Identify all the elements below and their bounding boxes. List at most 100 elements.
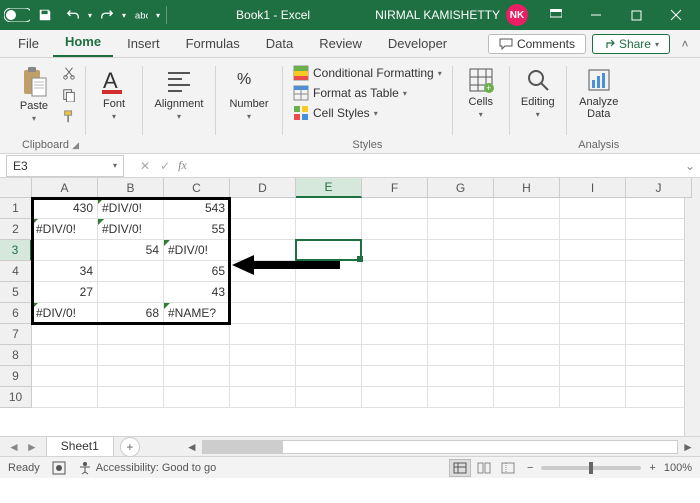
col-header-E[interactable]: E bbox=[296, 178, 362, 198]
col-header-A[interactable]: A bbox=[32, 178, 98, 198]
cell-C7[interactable] bbox=[164, 324, 230, 345]
cell-D5[interactable] bbox=[230, 282, 296, 303]
cell-I6[interactable] bbox=[560, 303, 626, 324]
maximize-icon[interactable] bbox=[616, 0, 656, 30]
cell-D3[interactable] bbox=[230, 240, 296, 261]
cell-H2[interactable] bbox=[494, 219, 560, 240]
sheet-tab[interactable]: Sheet1 bbox=[46, 436, 114, 456]
cell-B7[interactable] bbox=[98, 324, 164, 345]
cell-C1[interactable]: 543 bbox=[164, 198, 230, 219]
cells-group-button[interactable]: + Cells ▾ bbox=[459, 64, 503, 134]
vertical-scrollbar[interactable] bbox=[684, 178, 700, 436]
cell-H4[interactable] bbox=[494, 261, 560, 282]
cut-icon[interactable] bbox=[59, 64, 79, 82]
cell-B6[interactable]: 68 bbox=[98, 303, 164, 324]
cell-G9[interactable] bbox=[428, 366, 494, 387]
tab-insert[interactable]: Insert bbox=[115, 32, 172, 57]
cell-H7[interactable] bbox=[494, 324, 560, 345]
cell-D4[interactable] bbox=[230, 261, 296, 282]
cell-A6[interactable]: #DIV/0! bbox=[32, 303, 98, 324]
cell-I8[interactable] bbox=[560, 345, 626, 366]
cell-J7[interactable] bbox=[626, 324, 692, 345]
cell-D2[interactable] bbox=[230, 219, 296, 240]
cell-G3[interactable] bbox=[428, 240, 494, 261]
cell-F1[interactable] bbox=[362, 198, 428, 219]
cell-D7[interactable] bbox=[230, 324, 296, 345]
ribbon-options-icon[interactable] bbox=[536, 0, 576, 30]
cell-G8[interactable] bbox=[428, 345, 494, 366]
cell-H9[interactable] bbox=[494, 366, 560, 387]
conditional-formatting-button[interactable]: Conditional Formatting ▾ bbox=[289, 64, 446, 82]
cell-C6[interactable]: #NAME? bbox=[164, 303, 230, 324]
cell-C4[interactable]: 65 bbox=[164, 261, 230, 282]
col-header-I[interactable]: I bbox=[560, 178, 626, 198]
cell-F2[interactable] bbox=[362, 219, 428, 240]
page-break-view-icon[interactable] bbox=[497, 459, 519, 477]
row-header-5[interactable]: 5 bbox=[0, 282, 32, 303]
tab-file[interactable]: File bbox=[6, 32, 51, 57]
cell-F3[interactable] bbox=[362, 240, 428, 261]
clipboard-dialog-icon[interactable]: ◢ bbox=[72, 140, 79, 151]
cell-A10[interactable] bbox=[32, 387, 98, 408]
cell-C5[interactable]: 43 bbox=[164, 282, 230, 303]
cell-G1[interactable] bbox=[428, 198, 494, 219]
cell-styles-button[interactable]: Cell Styles ▾ bbox=[289, 104, 446, 122]
cell-H5[interactable] bbox=[494, 282, 560, 303]
cell-I3[interactable] bbox=[560, 240, 626, 261]
cell-B4[interactable] bbox=[98, 261, 164, 282]
cell-B9[interactable] bbox=[98, 366, 164, 387]
row-header-2[interactable]: 2 bbox=[0, 219, 32, 240]
tab-home[interactable]: Home bbox=[53, 30, 113, 57]
cell-C10[interactable] bbox=[164, 387, 230, 408]
row-header-10[interactable]: 10 bbox=[0, 387, 32, 408]
col-header-J[interactable]: J bbox=[626, 178, 692, 198]
cell-J6[interactable] bbox=[626, 303, 692, 324]
cell-I4[interactable] bbox=[560, 261, 626, 282]
save-icon[interactable] bbox=[32, 3, 58, 27]
cell-A2[interactable]: #DIV/0! bbox=[32, 219, 98, 240]
ribbon-collapse-icon[interactable]: ˄ bbox=[676, 34, 694, 54]
tab-data[interactable]: Data bbox=[254, 32, 305, 57]
row-header-6[interactable]: 6 bbox=[0, 303, 32, 324]
cell-I9[interactable] bbox=[560, 366, 626, 387]
cell-C2[interactable]: 55 bbox=[164, 219, 230, 240]
font-group-button[interactable]: A Font ▾ bbox=[92, 64, 136, 134]
cell-H6[interactable] bbox=[494, 303, 560, 324]
tab-formulas[interactable]: Formulas bbox=[174, 32, 252, 57]
zoom-out-icon[interactable]: − bbox=[527, 462, 533, 474]
cell-D1[interactable] bbox=[230, 198, 296, 219]
cell-E10[interactable] bbox=[296, 387, 362, 408]
cell-J3[interactable] bbox=[626, 240, 692, 261]
cell-D6[interactable] bbox=[230, 303, 296, 324]
format-as-table-button[interactable]: Format as Table ▾ bbox=[289, 84, 446, 102]
accessibility-status[interactable]: Accessibility: Good to go bbox=[78, 461, 216, 475]
cell-I2[interactable] bbox=[560, 219, 626, 240]
cell-G10[interactable] bbox=[428, 387, 494, 408]
cell-A4[interactable]: 34 bbox=[32, 261, 98, 282]
avatar[interactable]: NK bbox=[506, 4, 528, 26]
cell-C3[interactable]: #DIV/0! bbox=[164, 240, 230, 261]
redo-icon[interactable] bbox=[94, 3, 120, 27]
paste-button[interactable]: Paste ▾ bbox=[12, 64, 56, 134]
analyze-data-button[interactable]: Analyze Data bbox=[573, 64, 625, 134]
row-header-1[interactable]: 1 bbox=[0, 198, 32, 219]
cell-D8[interactable] bbox=[230, 345, 296, 366]
cell-E5[interactable] bbox=[296, 282, 362, 303]
minimize-icon[interactable] bbox=[576, 0, 616, 30]
cell-E9[interactable] bbox=[296, 366, 362, 387]
name-box[interactable]: E3 ▾ bbox=[6, 155, 124, 177]
cell-J9[interactable] bbox=[626, 366, 692, 387]
col-header-H[interactable]: H bbox=[494, 178, 560, 198]
cell-A9[interactable] bbox=[32, 366, 98, 387]
cell-D9[interactable] bbox=[230, 366, 296, 387]
cell-J4[interactable] bbox=[626, 261, 692, 282]
scroll-right-icon[interactable]: ► bbox=[680, 439, 696, 455]
sheet-nav-next-icon[interactable]: ► bbox=[26, 440, 38, 454]
cell-J5[interactable] bbox=[626, 282, 692, 303]
cell-B5[interactable] bbox=[98, 282, 164, 303]
col-header-C[interactable]: C bbox=[164, 178, 230, 198]
cell-B2[interactable]: #DIV/0! bbox=[98, 219, 164, 240]
col-header-F[interactable]: F bbox=[362, 178, 428, 198]
row-header-9[interactable]: 9 bbox=[0, 366, 32, 387]
cell-E4[interactable] bbox=[296, 261, 362, 282]
